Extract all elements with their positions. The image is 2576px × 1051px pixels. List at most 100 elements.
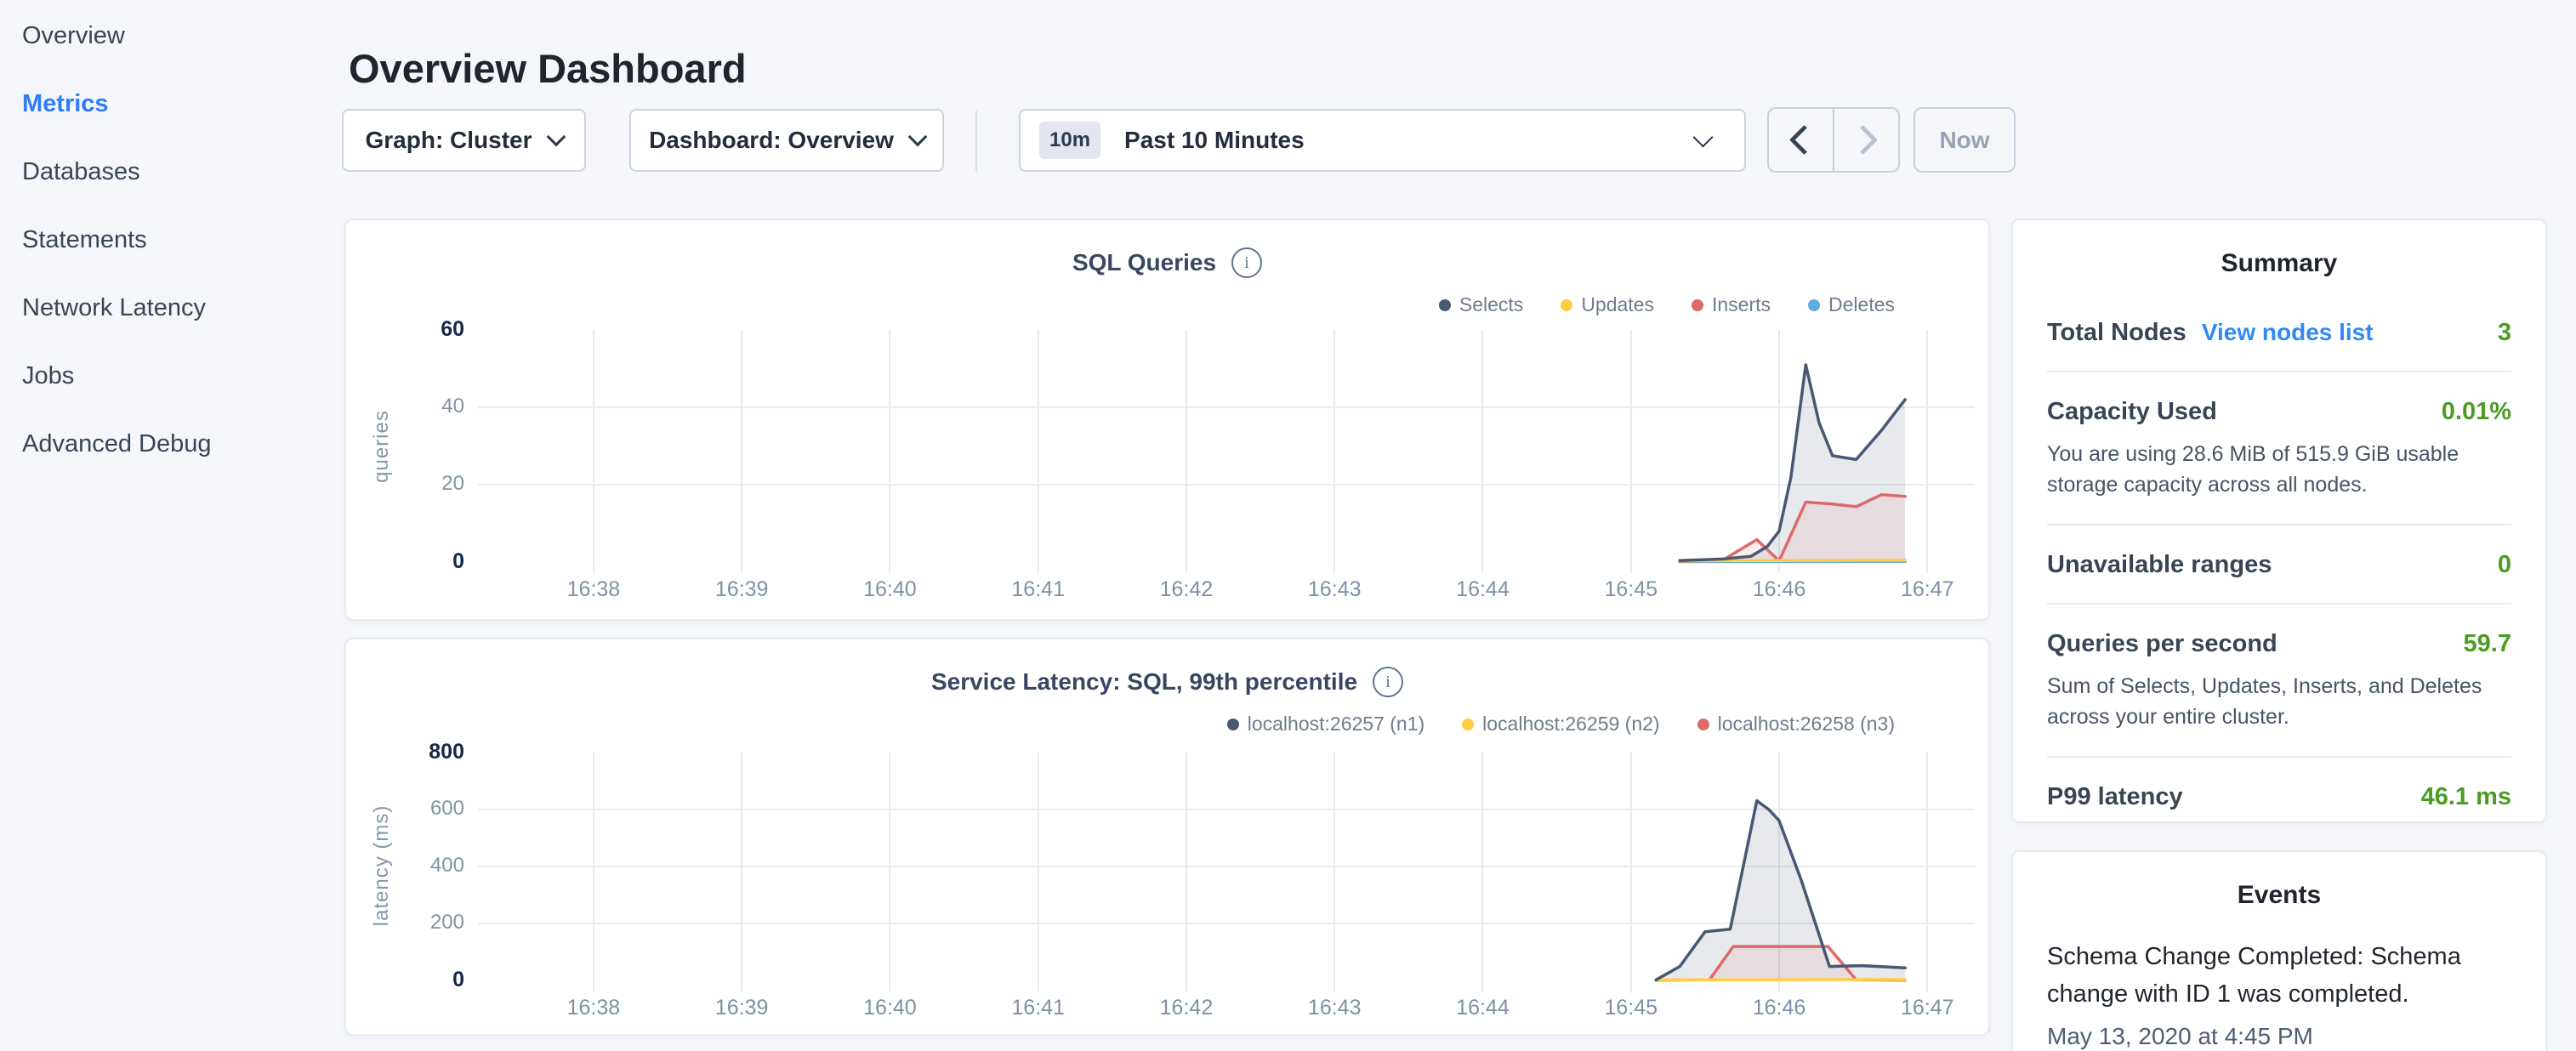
y-axis-tick-label: 600 [396,797,464,821]
time-step-forward-button[interactable] [1834,109,1898,171]
sidebar-nav: OverviewMetricsDatabasesStatementsNetwor… [0,0,340,478]
legend-dot-icon [1692,299,1703,311]
summary-row-total-nodes: Total Nodes View nodes list 3 [2047,293,2511,372]
summary-row-unavailable-ranges: Unavailable ranges0 [2047,526,2511,605]
legend-item-selects[interactable]: Selects [1439,293,1523,316]
legend-label: localhost:26258 (n3) [1718,713,1895,736]
x-axis-tick-label: 16:39 [682,577,801,602]
chevron-down-icon [908,128,928,147]
chart-header: Service Latency: SQL, 99th percentile i [346,667,1988,697]
legend-dot-icon [1808,299,1820,311]
x-axis-tick-label: 16:46 [1720,577,1839,602]
x-axis-tick-label: 16:42 [1127,996,1246,1020]
sql-queries-chart-panel: SQL Queries i Selects Updates Inserts Delet… [344,219,1990,621]
y-axis-tick-label: 800 [396,740,464,764]
x-axis-tick-label: 16:38 [534,996,653,1020]
legend-item-updates[interactable]: Updates [1561,293,1654,316]
now-button[interactable]: Now [1914,107,2016,173]
time-step-back-button[interactable] [1769,109,1834,171]
event-message: Schema Change Completed: Schema change w… [2047,939,2511,1013]
legend-item-localhost-26259-n2[interactable]: localhost:26259 (n2) [1462,713,1659,736]
legend-label: Selects [1459,293,1523,316]
summary-row-capacity-used: Capacity Used0.01%You are using 28.6 MiB… [2047,372,2511,526]
x-axis-tick-label: 16:39 [682,996,801,1020]
y-axis-label: queries [370,410,394,483]
now-button-label: Now [1939,127,1989,154]
summary-row-value: 0.01% [2442,398,2511,426]
sidebar-item-overview[interactable]: Overview [0,2,340,70]
y-axis-tick-label: 0 [396,968,464,992]
summary-row-label: Unavailable ranges [2047,551,2272,579]
legend-dot-icon [1462,719,1474,730]
summary-row-label: Queries per second [2047,630,2277,658]
x-axis-tick-label: 16:45 [1572,577,1691,602]
x-axis-tick-label: 16:45 [1572,996,1691,1020]
x-axis-tick-label: 16:42 [1127,577,1246,602]
summary-panel: Summary Total NodesView nodes list3Capac… [2011,219,2547,823]
chart-series-canvas [478,330,1975,562]
summary-row-queries-per-second: Queries per second59.7Sum of Selects, Up… [2047,605,2511,758]
x-axis-tick-label: 16:38 [534,577,653,602]
legend-label: Updates [1581,293,1654,316]
y-axis-tick-label: 20 [396,472,464,496]
view-nodes-list-link[interactable]: View nodes list [2202,319,2374,346]
legend-label: Inserts [1712,293,1771,316]
time-stepper [1767,107,1900,173]
legend-item-deletes[interactable]: Deletes [1808,293,1895,316]
x-axis-tick-label: 16:44 [1423,996,1542,1020]
summary-row-label: P99 latency [2047,783,2183,811]
summary-row-label: Total Nodes [2047,319,2186,347]
info-icon[interactable]: i [1231,247,1262,278]
legend-item-localhost-26258-n3[interactable]: localhost:26258 (n3) [1697,713,1895,736]
legend-dot-icon [1561,299,1572,311]
x-axis-tick-label: 16:46 [1720,996,1839,1020]
chart-plot-area[interactable]: 16:3816:3916:4016:4116:4216:4316:4416:45… [478,330,1975,562]
summary-rows: Total Nodes View nodes list 3 Capacity Used… [2047,293,2511,835]
event-items: Schema Change Completed: Schema change w… [2047,939,2511,1050]
legend-dot-icon [1227,719,1239,730]
y-axis-tick-label: 400 [396,854,464,878]
graph-scope-dropdown[interactable]: Graph: Cluster [342,109,586,172]
summary-row-p99-latency: P99 latency 46.1 ms [2047,758,2511,835]
time-range-label: Past 10 Minutes [1124,127,1305,154]
events-title: Events [2013,881,2545,910]
y-axis-tick-label: 60 [396,317,464,342]
sidebar-item-databases[interactable]: Databases [0,138,340,206]
y-axis-tick-label: 40 [396,395,464,418]
legend-label: localhost:26257 (n1) [1248,713,1424,736]
dashboard-dropdown[interactable]: Dashboard: Overview [629,109,944,172]
time-range-dropdown[interactable]: 10m Past 10 Minutes [1019,109,1746,172]
service-latency-chart-panel: Service Latency: SQL, 99th percentile i … [344,638,1990,1036]
chart-legend: Selects Updates Inserts Deletes [1439,293,1895,316]
y-axis-tick-label: 0 [396,549,464,574]
sidebar-item-jobs[interactable]: Jobs [0,342,340,410]
sidebar-item-metrics[interactable]: Metrics [0,70,340,138]
legend-item-localhost-26257-n1[interactable]: localhost:26257 (n1) [1227,713,1424,736]
x-axis-tick-label: 16:47 [1868,577,1987,602]
x-axis-tick-label: 16:43 [1275,996,1394,1020]
summary-row-description: You are using 28.6 MiB of 515.9 GiB usab… [2047,440,2511,500]
page-title: Overview Dashboard [349,45,747,92]
sidebar-item-network-latency[interactable]: Network Latency [0,274,340,342]
chart-series-canvas [478,753,1975,980]
summary-row-value: 46.1 ms [2421,783,2511,811]
chevron-down-icon [1692,127,1713,147]
event-list-item[interactable]: Schema Change Completed: Schema change w… [2047,939,2511,1050]
legend-item-inserts[interactable]: Inserts [1692,293,1771,316]
x-axis-tick-label: 16:41 [979,996,1098,1020]
x-axis-tick-label: 16:41 [979,577,1098,602]
x-axis-tick-label: 16:40 [830,577,949,602]
chart-title: Service Latency: SQL, 99th percentile [931,668,1357,696]
chevron-down-icon [546,128,566,147]
x-axis-tick-label: 16:40 [830,996,949,1020]
chart-plot-area[interactable]: 16:3816:3916:4016:4116:4216:4316:4416:45… [478,753,1975,980]
time-range-badge: 10m [1039,122,1100,159]
app-root: OverviewMetricsDatabasesStatementsNetwor… [0,0,2576,1051]
sidebar-item-advanced-debug[interactable]: Advanced Debug [0,410,340,478]
sidebar-item-statements[interactable]: Statements [0,206,340,274]
summary-row-value: 3 [2498,319,2511,347]
chart-title: SQL Queries [1072,249,1216,276]
info-icon[interactable]: i [1373,667,1403,697]
y-axis-label: latency (ms) [370,805,394,927]
chevron-right-icon [1848,125,1878,155]
